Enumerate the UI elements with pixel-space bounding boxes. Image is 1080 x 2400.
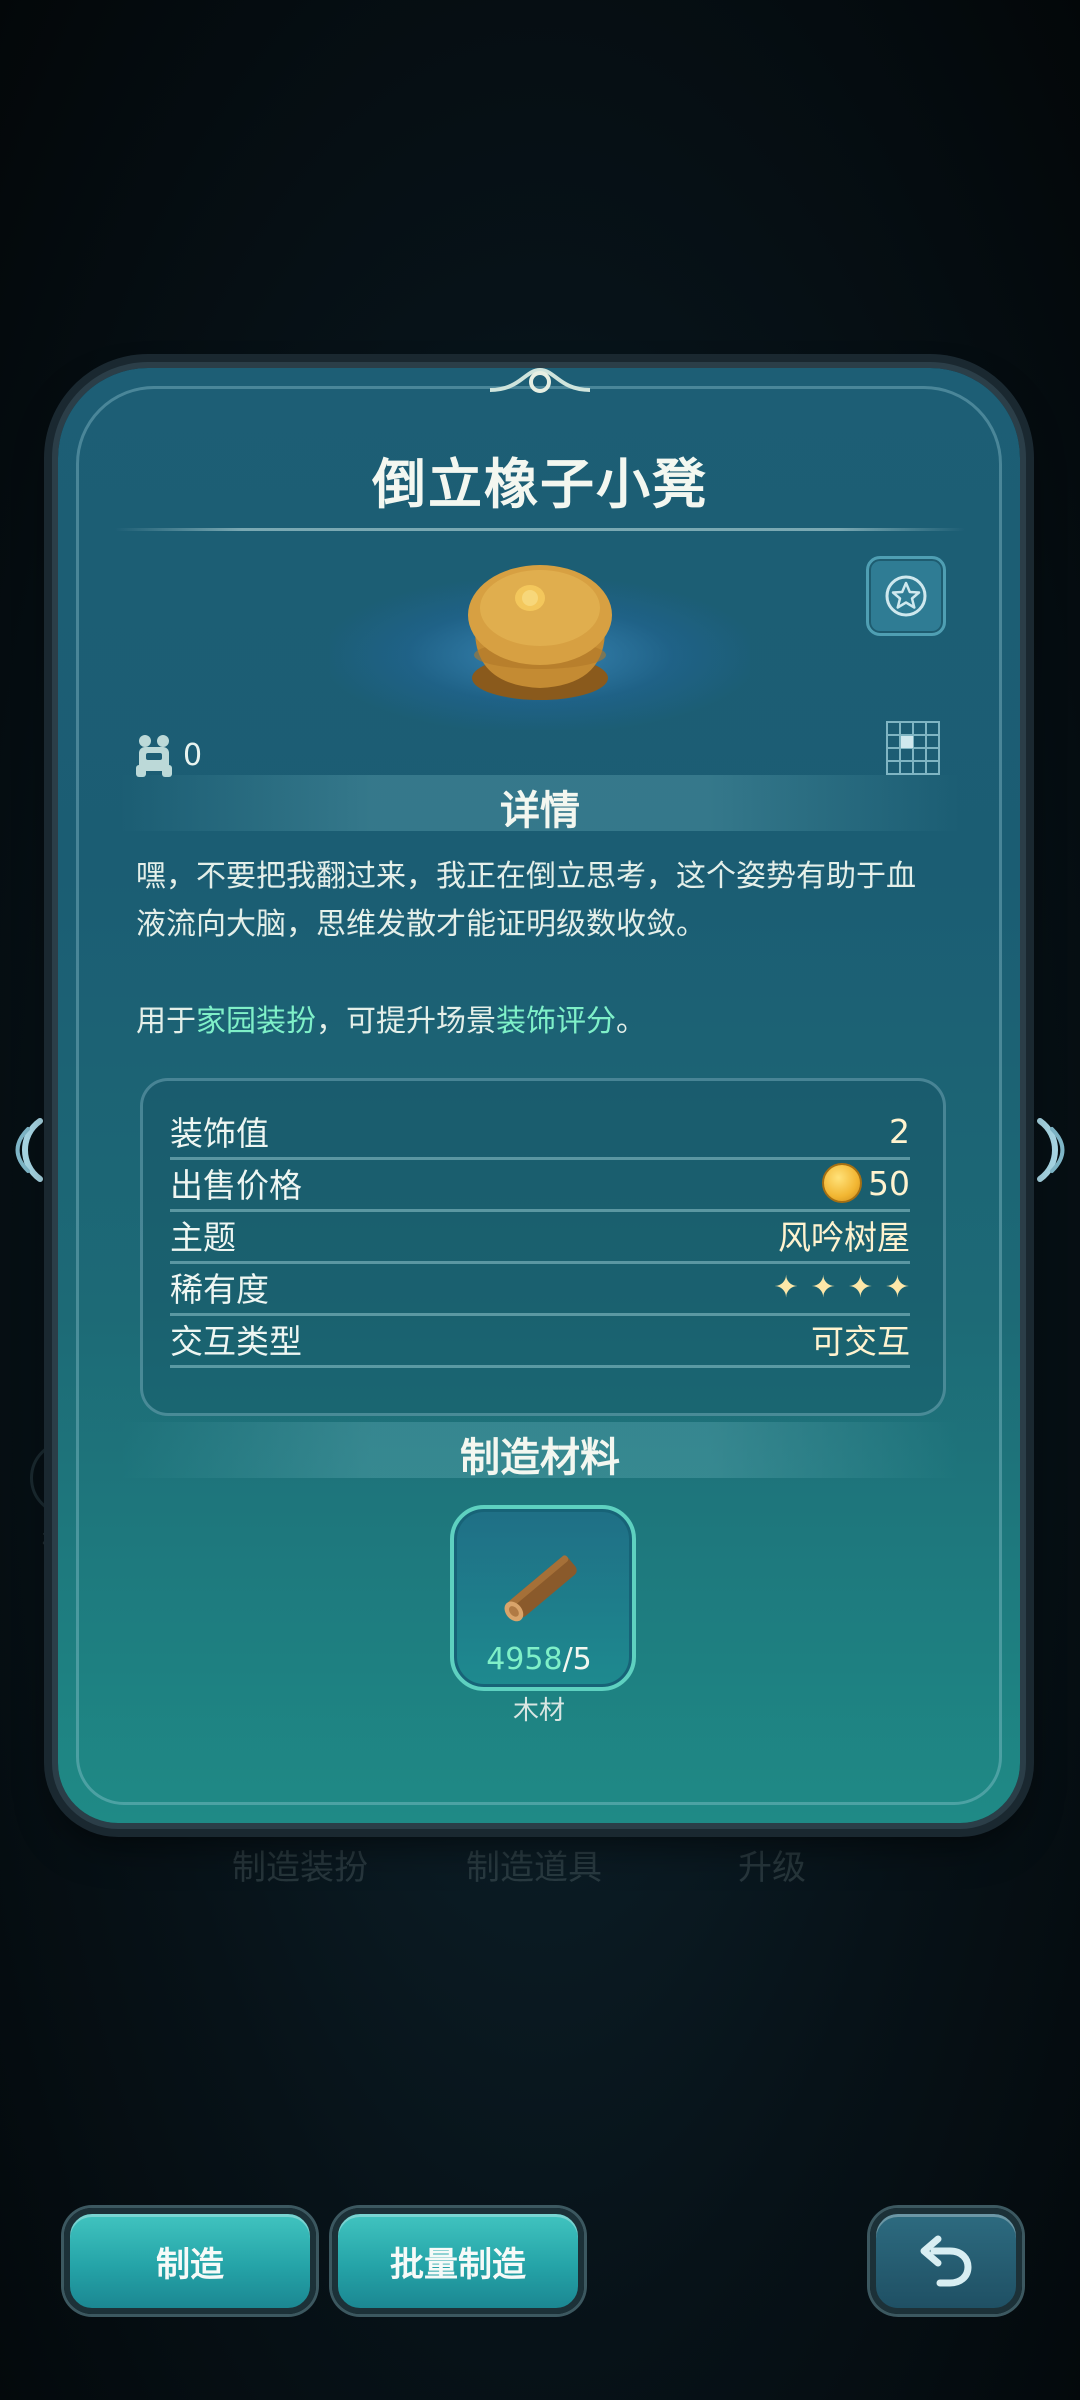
item-title: 倒立橡子小凳: [372, 453, 708, 516]
material-owned-count: 4958: [486, 1642, 563, 1677]
batch-craft-button[interactable]: 批量制造: [332, 2208, 584, 2314]
rarity-star-icon: ✦: [810, 1269, 836, 1305]
owned-count-value: 0: [183, 737, 203, 773]
grid-placement-icon[interactable]: [886, 721, 940, 775]
stat-row-decor: 装饰值 2: [170, 1105, 910, 1160]
usage-middle: ，可提升场景: [316, 1004, 496, 1039]
title-divider: [115, 528, 965, 531]
next-item-arrow-icon[interactable]: [1024, 1115, 1074, 1185]
background-tab: 升级: [738, 1848, 806, 1888]
item-usage: 用于家园装扮，可提升场景装饰评分。: [136, 998, 944, 1046]
material-count: 4958/5: [450, 1642, 628, 1677]
usage-prefix: 用于: [136, 1004, 196, 1039]
stat-row-price: 出售价格 50: [170, 1157, 910, 1212]
home-decor-link: 家园装扮: [196, 1004, 316, 1039]
decor-value: 2: [889, 1111, 910, 1151]
wood-log-icon: [504, 1555, 577, 1622]
background-tab: 制造装扮: [232, 1848, 368, 1888]
price-label: 出售价格: [170, 1166, 302, 1205]
card-ornament-icon: [490, 367, 590, 393]
back-arrow-icon: [920, 2235, 972, 2287]
materials-header: 制造材料: [460, 1435, 620, 1481]
price-value: 50: [868, 1163, 910, 1203]
interaction-label: 交互类型: [170, 1322, 302, 1361]
coin-icon: [822, 1163, 862, 1203]
theme-value: 风吟树屋: [778, 1218, 910, 1257]
owned-count-icon: [136, 735, 172, 777]
back-button[interactable]: [870, 2208, 1022, 2314]
decor-score-link: 装饰评分: [496, 1004, 616, 1039]
rarity-stars: ✦ ✦ ✦ ✦: [773, 1270, 910, 1305]
acorn-stool-icon: [468, 565, 612, 700]
theme-label: 主题: [170, 1218, 236, 1257]
background-tab: 制造道具: [466, 1848, 602, 1888]
previous-item-arrow-icon[interactable]: [6, 1115, 56, 1185]
favorite-button[interactable]: [866, 556, 946, 636]
item-description: 嘿，不要把我翻过来，我正在倒立思考，这个姿势有助于血液流向大脑，思维发散才能证明…: [136, 859, 916, 942]
background-tabs: 制造装扮 制造道具 升级: [0, 1840, 1080, 1920]
craft-button[interactable]: 制造: [64, 2208, 316, 2314]
stat-row-interaction: 交互类型 可交互: [170, 1313, 910, 1368]
rarity-star-icon: ✦: [773, 1269, 799, 1305]
details-header: 详情: [500, 788, 580, 834]
star-circle-icon: [885, 575, 927, 617]
interaction-value: 可交互: [811, 1322, 910, 1361]
rarity-star-icon: ✦: [847, 1269, 873, 1305]
usage-suffix: 。: [616, 1004, 646, 1039]
owned-count: 0: [133, 733, 202, 777]
material-required-count: /5: [562, 1642, 592, 1677]
price-value-group: 50: [822, 1163, 910, 1203]
decor-label: 装饰值: [170, 1114, 269, 1153]
rarity-star-icon: ✦: [884, 1269, 910, 1305]
stat-row-theme: 主题 风吟树屋: [170, 1209, 910, 1264]
rarity-label: 稀有度: [170, 1270, 269, 1309]
stat-row-rarity: 稀有度 ✦ ✦ ✦ ✦: [170, 1261, 910, 1316]
material-name: 木材: [512, 1696, 565, 1726]
